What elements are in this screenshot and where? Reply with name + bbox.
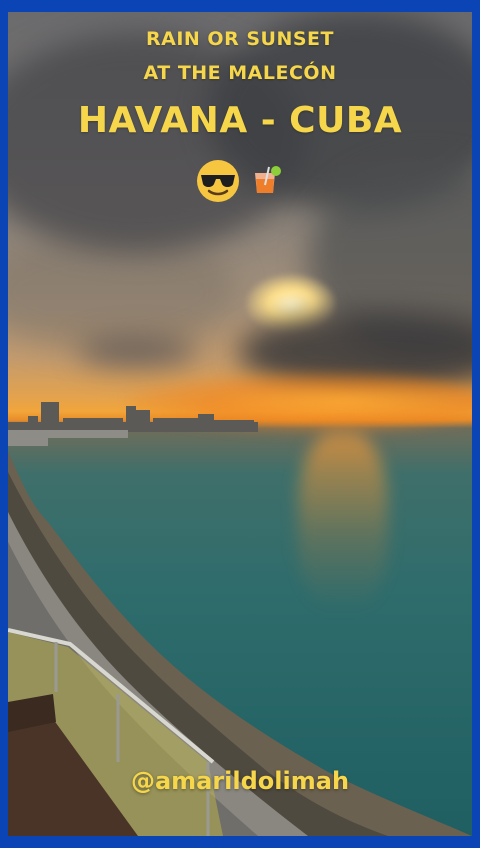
- caption-line-2: AT THE MALECÓN: [143, 62, 337, 84]
- sunglasses-face-icon: [197, 160, 239, 202]
- cloud: [78, 337, 198, 367]
- sunset-photo: RAIN OR SUNSET AT THE MALECÓN HAVANA - C…: [8, 12, 472, 836]
- caption-title: HAVANA - CUBA: [77, 100, 403, 141]
- story-frame: RAIN OR SUNSET AT THE MALECÓN HAVANA - C…: [0, 0, 480, 848]
- caption-line-1: RAIN OR SUNSET: [146, 28, 334, 50]
- cocktail-drink-icon: [255, 166, 281, 193]
- author-handle: @amarildolimah: [130, 767, 350, 795]
- emoji-row: [8, 158, 472, 204]
